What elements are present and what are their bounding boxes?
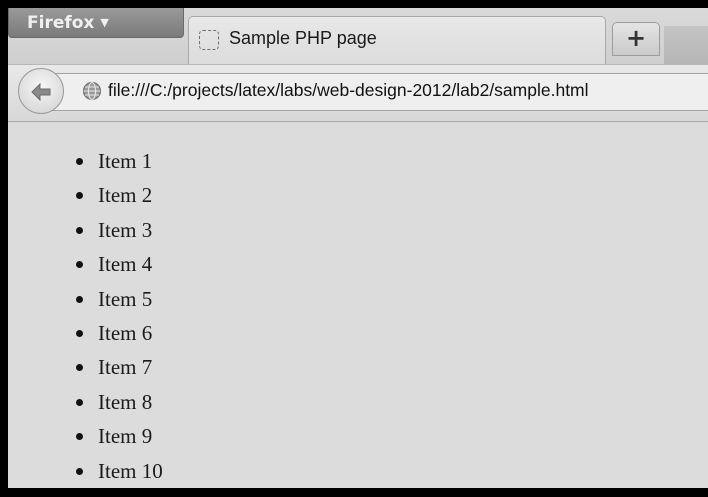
back-button[interactable] [18, 68, 64, 114]
caret-down-icon: ▼ [100, 16, 109, 29]
list-item: Item 7 [74, 350, 163, 384]
list-item-label: Item 1 [98, 149, 153, 173]
list-item: Item 10 [74, 454, 163, 488]
browser-window: Firefox ▼ Sample PHP page + file:///C:/pr… [8, 8, 708, 488]
list-item-label: Item 2 [98, 183, 153, 208]
bullet-icon [76, 295, 83, 303]
firefox-menu-button[interactable]: Firefox ▼ [8, 8, 184, 38]
url-text: file:///C:/projects/latex/labs/web-desig… [108, 80, 589, 100]
bullet-icon [76, 467, 83, 475]
new-tab-button[interactable]: + [612, 22, 660, 56]
navigation-bar: file:///C:/projects/latex/labs/web-desig… [8, 64, 708, 122]
bullet-icon [76, 364, 83, 372]
tab-strip-filler [664, 26, 708, 64]
item-list: Item 1 Item 2 Item 3 Item 4 Item 5 Item … [74, 144, 163, 488]
bullet-icon [76, 261, 83, 269]
list-item-label: Item 7 [98, 355, 153, 380]
list-item: Item 5 [74, 282, 163, 316]
back-arrow-icon [31, 82, 51, 102]
list-item: Item 3 [74, 213, 163, 247]
list-item: Item 6 [74, 316, 163, 350]
list-item-label: Item 9 [98, 424, 153, 449]
list-item-label: Item 4 [98, 252, 153, 277]
bullet-icon [76, 226, 83, 234]
list-item-label: Item 6 [98, 320, 153, 345]
list-item: Item 4 [74, 247, 163, 281]
tab-title: Sample PHP page [229, 28, 377, 48]
bullet-icon [76, 433, 83, 441]
globe-icon [82, 81, 102, 101]
blank-page-icon [199, 30, 219, 50]
list-item-label: Item 3 [98, 217, 153, 242]
firefox-menu-label: Firefox [27, 13, 95, 33]
list-item-label: Item 10 [98, 458, 163, 483]
page-content: Item 1 Item 2 Item 3 Item 4 Item 5 Item … [8, 122, 708, 488]
bullet-icon [76, 192, 83, 200]
plus-icon: + [625, 24, 647, 52]
list-item: Item 9 [74, 419, 163, 453]
list-item: Item 2 [74, 178, 163, 212]
list-item: Item 1 [74, 144, 163, 178]
bullet-icon [76, 329, 83, 337]
list-item-label: Item 8 [98, 389, 153, 414]
bullet-icon [76, 158, 83, 165]
tab-sample-php-page[interactable]: Sample PHP page [188, 16, 606, 64]
list-item: Item 8 [74, 385, 163, 419]
tab-strip: Firefox ▼ Sample PHP page + [8, 8, 708, 64]
bullet-icon [76, 398, 83, 406]
list-item-label: Item 5 [98, 286, 153, 311]
